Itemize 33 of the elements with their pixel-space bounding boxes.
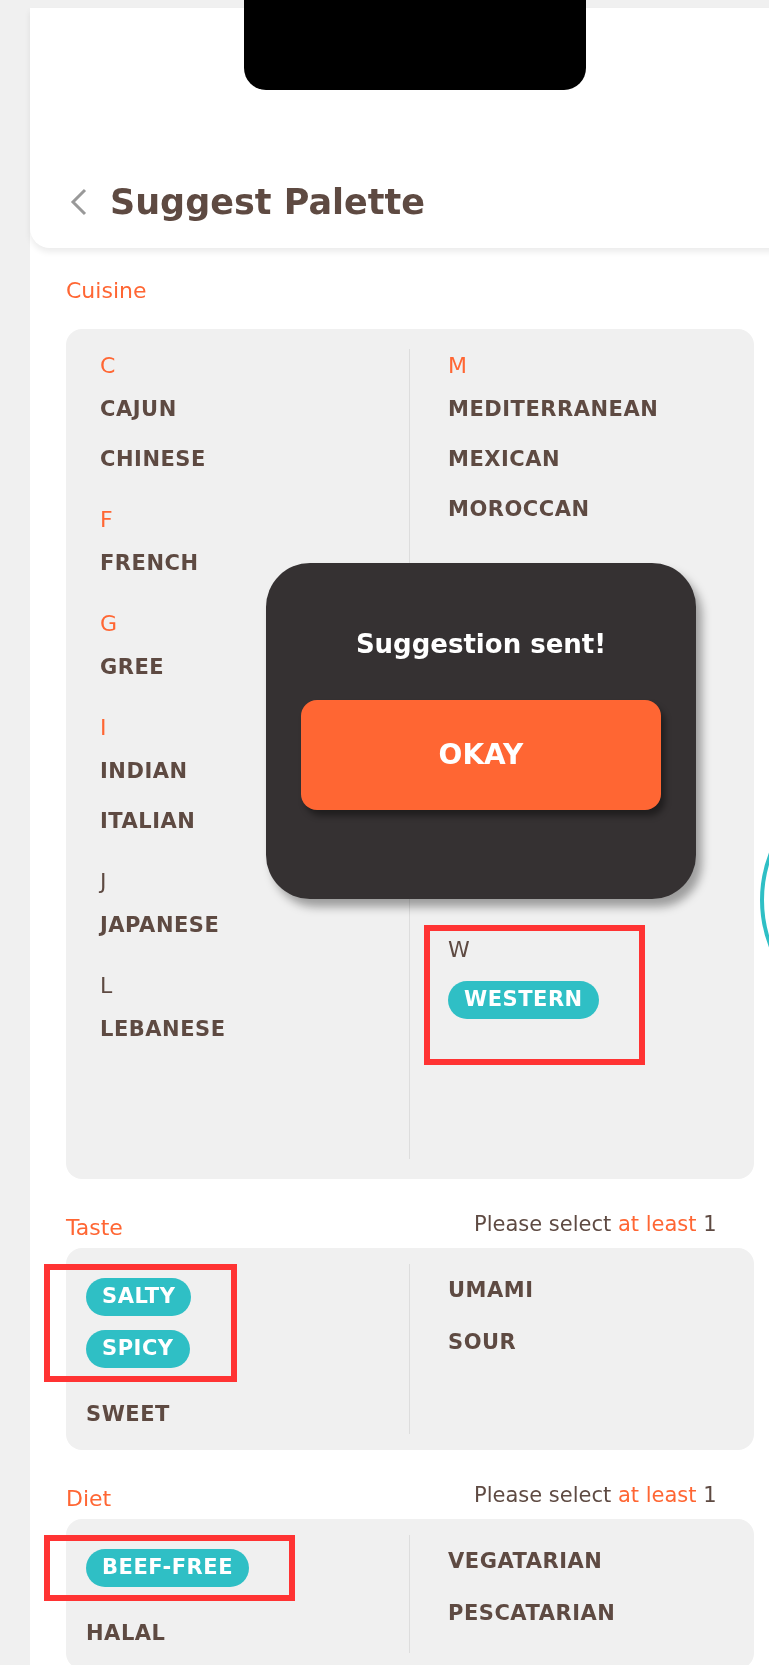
section-label: Taste — [66, 1214, 123, 1242]
dialog-message: Suggestion sent! — [355, 628, 607, 661]
option[interactable]: SWEET — [86, 1396, 170, 1434]
option[interactable]: MOROCCAN — [448, 491, 590, 529]
option[interactable]: MEDITERRANEAN — [448, 391, 659, 429]
option[interactable]: FRENCH — [100, 545, 199, 583]
letter-heading: I — [100, 714, 108, 739]
letter-heading: W — [448, 936, 471, 961]
option[interactable]: CHINESE — [100, 441, 206, 479]
option[interactable]: GREE — [100, 649, 165, 687]
option[interactable]: HALAL — [86, 1615, 166, 1653]
letter-heading: J — [100, 868, 108, 893]
option[interactable]: ITALIAN — [100, 803, 196, 841]
letter-heading: L — [100, 972, 114, 997]
hint-text: Please select at least 1 — [474, 1482, 718, 1508]
letter-heading: M — [448, 352, 468, 377]
section-label: Cuisine — [66, 277, 148, 305]
option[interactable]: JAPANESE — [100, 907, 220, 945]
hint-text: Please select at least 1 — [474, 1211, 718, 1237]
option[interactable]: VEGATARIAN — [448, 1543, 603, 1581]
option[interactable]: MEXICAN — [448, 441, 561, 479]
letter-heading: C — [100, 352, 117, 377]
page-title: Suggest Palette — [110, 181, 425, 224]
back-icon — [70, 187, 88, 218]
option[interactable]: CAJUN — [100, 391, 177, 429]
letter-heading: F — [100, 506, 114, 531]
option[interactable]: PESCATARIAN — [448, 1595, 616, 1633]
option[interactable]: SOUR — [448, 1324, 517, 1362]
letter-heading: G — [100, 610, 119, 635]
option[interactable]: INDIAN — [100, 753, 188, 791]
option[interactable]: LEBANESE — [100, 1011, 226, 1049]
option[interactable]: UMAMI — [448, 1272, 534, 1310]
section-label: Diet — [66, 1485, 112, 1513]
